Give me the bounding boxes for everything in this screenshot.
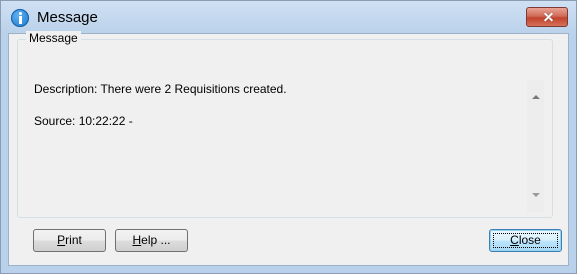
focus-rectangle — [493, 233, 558, 248]
message-text-area[interactable]: Description: There were 2 Requisitions c… — [34, 82, 524, 212]
print-button-mnemonic: P — [57, 233, 66, 247]
group-caption: Message — [26, 31, 81, 45]
print-button-label: rint — [65, 233, 82, 247]
close-icon[interactable] — [526, 7, 568, 27]
title-bar[interactable]: Message — [1, 1, 576, 35]
window-title: Message — [37, 9, 98, 26]
scroll-down-arrow-icon[interactable] — [532, 193, 540, 197]
vertical-scrollbar[interactable] — [527, 80, 544, 212]
scroll-up-arrow-icon[interactable] — [532, 95, 540, 99]
close-button[interactable]: Close — [489, 229, 562, 252]
help-button[interactable]: Help ... — [115, 229, 188, 252]
help-button-label: elp ... — [141, 233, 171, 247]
info-icon — [11, 9, 29, 27]
message-description: Description: There were 2 Requisitions c… — [34, 82, 287, 96]
print-button[interactable]: Print — [33, 229, 106, 252]
help-button-mnemonic: H — [132, 233, 142, 247]
message-source: Source: 10:22:22 - — [34, 114, 133, 128]
